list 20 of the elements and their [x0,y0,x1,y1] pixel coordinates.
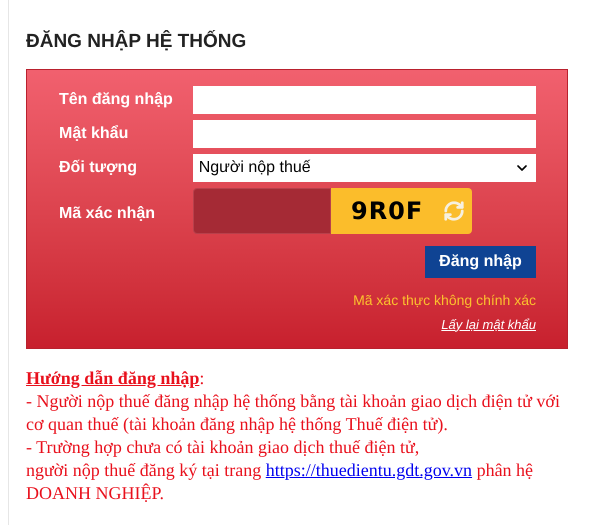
field-label: Mật khẩu [59,124,130,144]
error-message: Mã xác thực không chính xác [353,290,536,310]
refresh-icon[interactable] [443,200,466,222]
guide-text: - Người nộp thuế đăng nhập hệ thống bằng tài khoản giao dịch điện tử với cơ quan thuế (tài khoản đăng nhập hệ thống Thuế điện tử). [26,390,561,436]
page-title: ĐĂNG NHẬP HỆ THỐNG [26,29,248,54]
select-field[interactable]: Người nộp thuế [192,154,536,182]
text-field[interactable] [192,86,536,114]
field-label: Mã xác nhận [59,204,156,224]
guide-text: - Trường hợp chưa có tài khoản giao dịch thuế điện tử, [26,436,420,459]
guide-heading: Hướng dẫn đăng nhập [26,368,200,388]
colon: : [199,368,204,388]
captcha-code: 9R0F [351,196,424,226]
text-field[interactable] [192,120,536,148]
guide-text: người nộp thuế đăng ký tại trang https://thuedientu.gdt.gov.vn phân hệ DOANH NGHIỆP. [26,459,534,505]
login-button[interactable]: Đăng nhập [425,246,536,278]
field-label: Tên đăng nhập [59,90,174,110]
captcha-field[interactable] [193,188,331,234]
website-link[interactable]: https://thuedientu.gdt.gov.vn [266,460,472,480]
field-label: Đối tượng [59,158,138,178]
forgot-password-link[interactable]: Lấy lại mật khẩu [441,314,536,334]
